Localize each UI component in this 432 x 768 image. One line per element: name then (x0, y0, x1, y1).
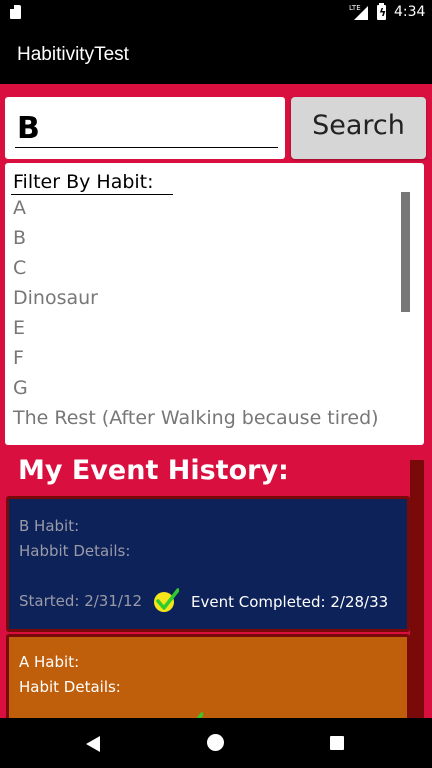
filter-item-b[interactable]: B (13, 227, 26, 257)
event-details: Habbit Details: (19, 542, 131, 560)
home-icon[interactable] (207, 734, 224, 751)
filter-scrollbar[interactable] (401, 192, 410, 312)
search-input-value: B (17, 111, 40, 146)
check-icon (154, 588, 179, 612)
search-input-underline (15, 147, 278, 148)
event-started: Started: 2/31/12 (19, 592, 143, 610)
search-button-label: Search (312, 110, 405, 141)
app-bar: HabitivityTest (0, 24, 432, 84)
event-habit: A Habit: (19, 653, 80, 671)
habit-filter-list[interactable]: Filter By Habit: A B C Dinosaur E F G Th… (5, 163, 424, 445)
filter-heading: Filter By Habit: (13, 171, 154, 193)
app-title: HabitivityTest (17, 44, 129, 65)
status-time: 4:34 (394, 4, 426, 20)
battery-charging-icon: ϟ (377, 3, 387, 20)
filter-item-g[interactable]: G (13, 377, 28, 407)
filter-item-the-rest[interactable]: The Rest (After Walking because tired) (13, 407, 379, 437)
event-card[interactable]: A Habit: Habit Details: (6, 634, 410, 734)
event-habit: B Habit: (19, 517, 80, 535)
event-card[interactable]: B Habit: Habbit Details: Started: 2/31/1… (6, 496, 410, 632)
event-completed: Event Completed: 2/28/33 (191, 593, 389, 611)
back-icon[interactable] (86, 736, 100, 752)
filter-item-a[interactable]: A (13, 197, 26, 227)
filter-item-dinosaur[interactable]: Dinosaur (13, 287, 98, 317)
search-input[interactable]: B (5, 97, 285, 159)
filter-heading-underline (11, 194, 173, 195)
status-bar: LTE ϟ 4:34 (0, 0, 432, 24)
filter-item-c[interactable]: C (13, 257, 26, 287)
history-scrollbar[interactable] (410, 460, 424, 718)
filter-item-e[interactable]: E (13, 317, 25, 347)
history-title: My Event History: (18, 455, 289, 486)
event-details: Habit Details: (19, 678, 121, 696)
sd-card-icon (10, 5, 21, 19)
search-button[interactable]: Search (291, 97, 426, 159)
signal-icon (354, 6, 368, 20)
filter-item-f[interactable]: F (13, 347, 24, 377)
recents-icon[interactable] (330, 736, 344, 750)
